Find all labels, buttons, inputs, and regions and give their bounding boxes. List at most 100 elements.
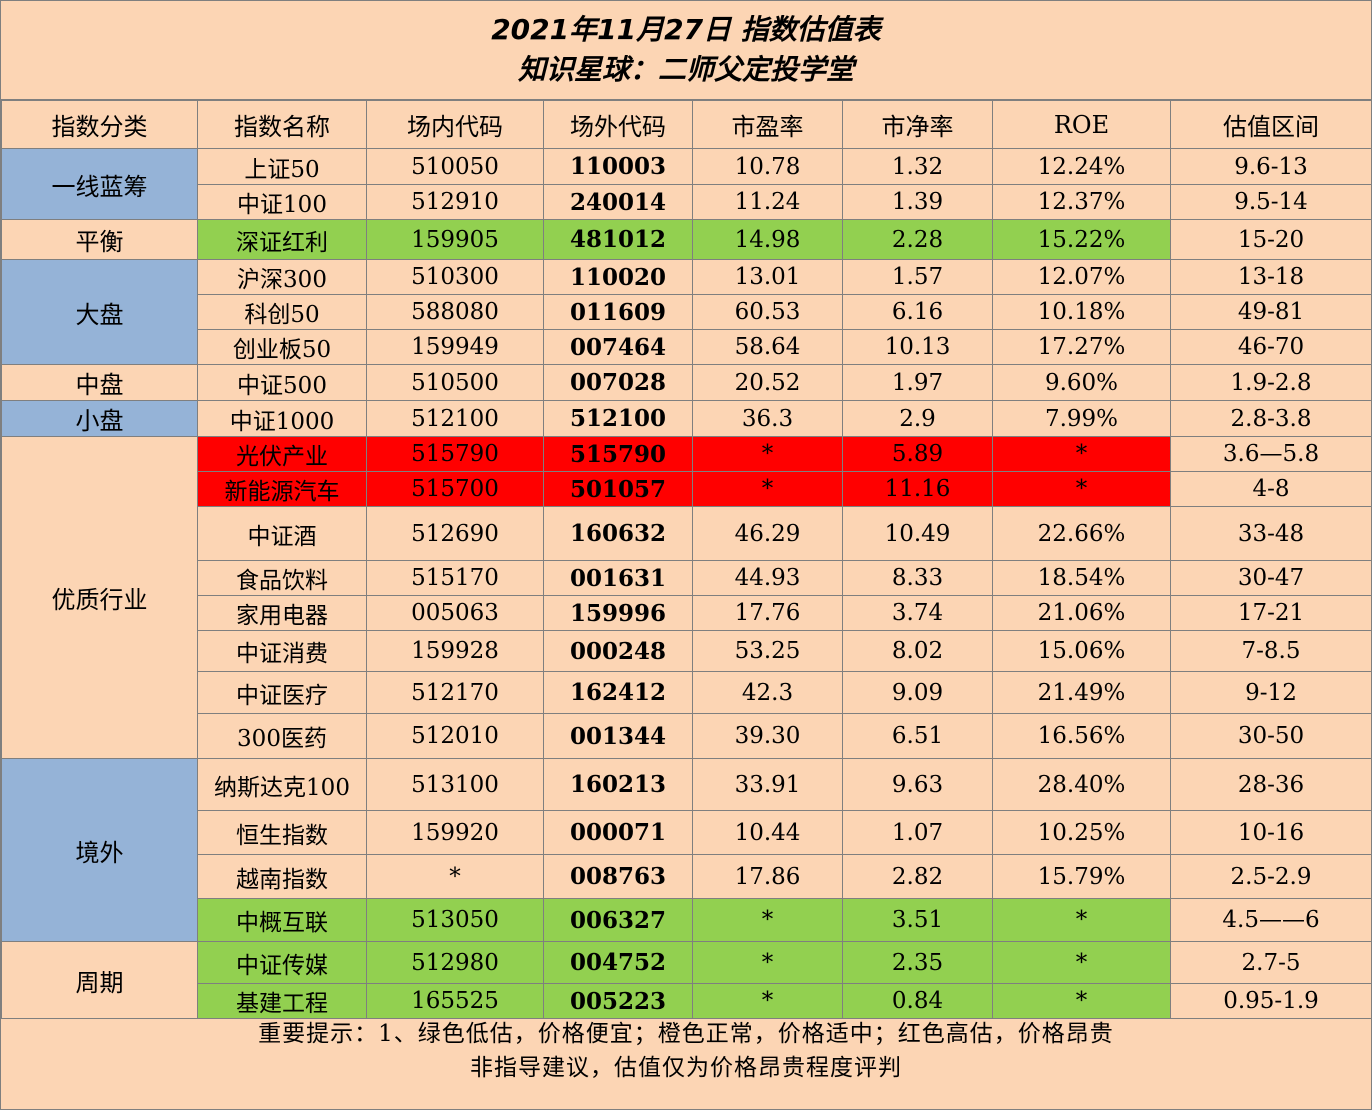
valuation-range-cell: 15-20 [1170, 219, 1372, 260]
onexchange-code-cell: 512980 [366, 941, 544, 984]
roe-value-cell: * [992, 941, 1171, 984]
pb-value-cell: 6.16 [842, 294, 993, 330]
pe-value-cell: 44.93 [692, 560, 843, 596]
pe-value-cell: * [692, 983, 843, 1019]
pb-value-cell: 1.07 [842, 810, 993, 855]
table-row: 越南指数 * 008763 17.86 2.82 15.79% 2.5-2.9 [2, 854, 1372, 899]
pb-value-cell: 11.16 [842, 471, 993, 507]
onexchange-code-cell: 512010 [366, 713, 544, 759]
pe-value-cell: 58.64 [692, 329, 843, 365]
onexchange-code-cell: 159905 [366, 219, 544, 260]
title-box: 2021年11月27日 指数估值表 知识星球：二师父定投学堂 [1, 1, 1371, 100]
pb-value-cell: 1.39 [842, 184, 993, 220]
roe-value-cell: 16.56% [992, 713, 1171, 759]
valuation-range-cell: 3.6—5.8 [1170, 436, 1372, 472]
pe-value-cell: 60.53 [692, 294, 843, 330]
note-line-1: 重要提示：1、绿色低估，价格便宜；橙色正常，价格适中；红色高估，价格昂贵 [258, 1021, 1114, 1047]
roe-value-cell: 12.37% [992, 184, 1171, 220]
offexchange-code-cell: 162412 [543, 671, 693, 714]
table-row: 基建工程 165525 005223 * 0.84 * 0.95-1.9 [2, 983, 1372, 1019]
roe-value-cell: 15.06% [992, 630, 1171, 672]
valuation-range-cell: 4-8 [1170, 471, 1372, 507]
table-row: 优质行业 光伏产业 515790 515790 * 5.89 * 3.6—5.8 [1, 436, 1372, 759]
header-pe: 市盈率 [692, 100, 843, 149]
index-name-cell: 沪深300 [197, 259, 367, 295]
offexchange-code-cell: 008763 [543, 854, 693, 899]
onexchange-code-cell: 513100 [366, 758, 544, 811]
table-row: 中证消费 159928 000248 53.25 8.02 15.06% 7-8.5 [2, 630, 1372, 672]
roe-value-cell: 10.25% [992, 810, 1171, 855]
roe-value-cell: * [992, 898, 1171, 942]
onexchange-code-cell: 515700 [366, 471, 544, 507]
roe-value-cell: 9.60% [992, 364, 1171, 401]
offexchange-code-cell: 512100 [543, 400, 693, 437]
onexchange-code-cell: 510500 [366, 364, 544, 401]
roe-value-cell: * [992, 471, 1171, 507]
pb-value-cell: 2.35 [842, 941, 993, 984]
table-row: 食品饮料 515170 001631 44.93 8.33 18.54% 30-47 [2, 560, 1372, 596]
table-row: 中概互联 513050 006327 * 3.51 * 4.5——6 [2, 898, 1372, 942]
pe-value-cell: 46.29 [692, 506, 843, 561]
important-note: 重要提示：1、绿色低估，价格便宜；橙色正常，价格适中；红色高估，价格昂贵 非指导… [1, 1017, 1371, 1085]
pb-value-cell: 10.49 [842, 506, 993, 561]
valuation-range-cell: 2.8-3.8 [1170, 400, 1372, 437]
valuation-range-cell: 4.5——6 [1170, 898, 1372, 942]
index-name-cell: 科创50 [197, 294, 367, 330]
roe-value-cell: 12.24% [992, 148, 1171, 185]
index-name-cell: 上证50 [197, 148, 367, 185]
pe-value-cell: 13.01 [692, 259, 843, 295]
onexchange-code-cell: 588080 [366, 294, 544, 330]
valuation-range-cell: 30-50 [1170, 713, 1372, 759]
index-name-cell: 中证500 [197, 364, 367, 401]
offexchange-code-cell: 159996 [543, 595, 693, 631]
roe-value-cell: 12.07% [992, 259, 1171, 295]
table-row: 恒生指数 159920 000071 10.44 1.07 10.25% 10-16 [2, 810, 1372, 855]
pb-value-cell: 2.9 [842, 400, 993, 437]
roe-value-cell: 7.99% [992, 400, 1171, 437]
pb-value-cell: 1.57 [842, 259, 993, 295]
index-name-cell: 中证医疗 [197, 671, 367, 714]
offexchange-code-cell: 000248 [543, 630, 693, 672]
valuation-sheet: 2021年11月27日 指数估值表 知识星球：二师父定投学堂 指数分类 指数名称… [0, 0, 1372, 1110]
roe-value-cell: 17.27% [992, 329, 1171, 365]
table-row: 大盘 沪深300 510300 110020 13.01 1.57 12.07% 13-18 [1, 259, 1372, 365]
valuation-range-cell: 13-18 [1170, 259, 1372, 295]
pb-value-cell: 10.13 [842, 329, 993, 365]
pb-value-cell: 8.33 [842, 560, 993, 596]
table-row: 中证酒 512690 160632 46.29 10.49 22.66% 33-48 [2, 506, 1372, 561]
offexchange-code-cell: 004752 [543, 941, 693, 984]
valuation-range-cell: 7-8.5 [1170, 630, 1372, 672]
pe-value-cell: 33.91 [692, 758, 843, 811]
onexchange-code-cell: 512170 [366, 671, 544, 714]
header-row: 指数分类 指数名称 场内代码 场外代码 市盈率 市净率 ROE 估值区间 [1, 100, 1372, 149]
header-roe: ROE [992, 100, 1171, 149]
pb-value-cell: 2.28 [842, 219, 993, 260]
index-name-cell: 基建工程 [197, 983, 367, 1019]
valuation-range-cell: 1.9-2.8 [1170, 364, 1372, 401]
category-cell: 周期 [1, 941, 198, 1019]
table-row: 平衡 深证红利 159905 481012 14.98 2.28 15.22% 15-20 [1, 219, 1372, 260]
table-row: 家用电器 005063 159996 17.76 3.74 21.06% 17-21 [2, 595, 1372, 631]
table-row: 小盘 中证1000 512100 512100 36.3 2.9 7.99% 2.8-3.8 [1, 400, 1372, 437]
valuation-range-cell: 2.7-5 [1170, 941, 1372, 984]
valuation-range-cell: 17-21 [1170, 595, 1372, 631]
valuation-range-cell: 33-48 [1170, 506, 1372, 561]
onexchange-code-cell: 159928 [366, 630, 544, 672]
index-name-cell: 家用电器 [197, 595, 367, 631]
offexchange-code-cell: 160632 [543, 506, 693, 561]
valuation-table: 指数分类 指数名称 场内代码 场外代码 市盈率 市净率 ROE 估值区间 一线蓝… [1, 100, 1372, 1019]
pb-value-cell: 3.74 [842, 595, 993, 631]
category-cell: 一线蓝筹 [1, 148, 198, 220]
table-row: 科创50 588080 011609 60.53 6.16 10.18% 49-81 [2, 294, 1372, 330]
pb-value-cell: 9.09 [842, 671, 993, 714]
header-category: 指数分类 [1, 100, 198, 149]
table-row: 300医药 512010 001344 39.30 6.51 16.56% 30-50 [2, 713, 1372, 759]
offexchange-code-cell: 515790 [543, 436, 693, 472]
offexchange-code-cell: 110020 [543, 259, 693, 295]
index-name-cell: 中证酒 [197, 506, 367, 561]
valuation-range-cell: 0.95-1.9 [1170, 983, 1372, 1019]
pe-value-cell: 36.3 [692, 400, 843, 437]
index-name-cell: 纳斯达克100 [197, 758, 367, 811]
note-line-2: 非指导建议，估值仅为价格昂贵程度评判 [470, 1055, 902, 1081]
offexchange-code-cell: 006327 [543, 898, 693, 942]
